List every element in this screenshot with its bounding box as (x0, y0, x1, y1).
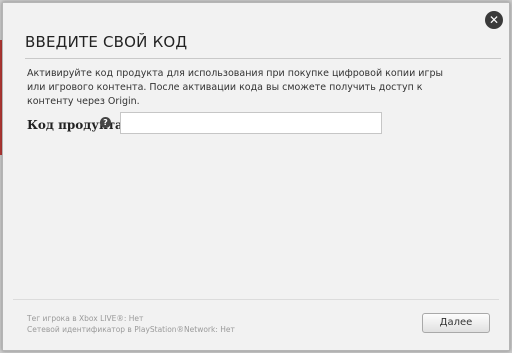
title-divider (25, 58, 501, 59)
next-button[interactable]: Далее (422, 313, 490, 333)
dialog-title: ВВЕДИТЕ СВОЙ КОД (25, 33, 188, 51)
account-info: Тег игрока в Xbox LIVE®: Нет Сетевой иде… (27, 313, 235, 335)
close-icon[interactable]: ✕ (485, 11, 503, 29)
footer-divider (13, 299, 499, 300)
dialog-description: Активируйте код продукта для использован… (27, 68, 443, 107)
enter-code-dialog: ✕ ВВЕДИТЕ СВОЙ КОД Активируйте код проду… (2, 2, 510, 351)
xbox-gamertag-text: Тег игрока в Xbox LIVE®: Нет (27, 314, 144, 323)
product-code-input[interactable] (120, 112, 382, 134)
psn-id-text: Сетевой идентификатор в PlayStation®Netw… (27, 325, 235, 334)
help-icon[interactable]: ? (100, 117, 111, 128)
